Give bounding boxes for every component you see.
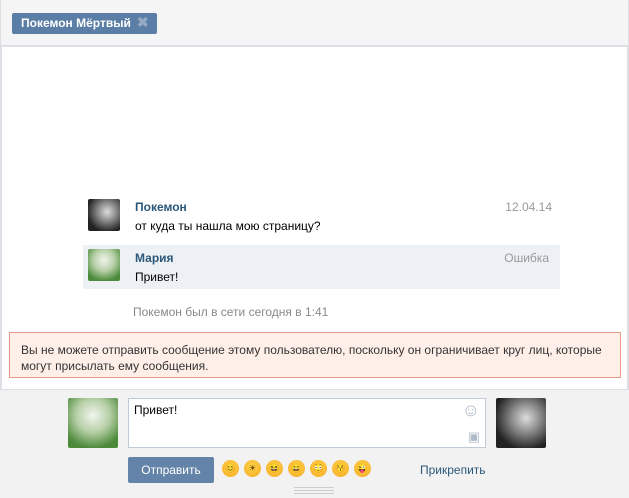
message: Покемон от куда ты нашла мою страницу? 1… [83, 193, 560, 237]
recipient-avatar[interactable] [496, 398, 546, 448]
my-avatar[interactable] [68, 398, 118, 448]
emoji-sun-icon[interactable]: ☀ [244, 460, 261, 477]
close-icon[interactable]: ✖ [137, 15, 149, 29]
emoji-wink-tongue-icon[interactable]: 😜 [354, 460, 371, 477]
emoji-flushed-icon[interactable]: 😳 [310, 460, 327, 477]
avatar[interactable] [88, 249, 120, 281]
message-history: Покемон от куда ты нашла мою страницу? 1… [0, 47, 629, 390]
camera-icon[interactable]: ▣ [468, 429, 480, 445]
emoji-bar: 😊 ☀ 😆 😄 😳 😚 😜 [222, 460, 371, 477]
top-bar: Покемон Мёртвый ✖ [0, 0, 629, 47]
emoji-grin-icon[interactable]: 😄 [288, 460, 305, 477]
attach-link[interactable]: Прикрепить [420, 463, 486, 477]
online-status: Покемон был в сети сегодня в 1:41 [133, 305, 329, 319]
message-error: Ошибка [504, 251, 549, 265]
message-input-value: Привет! [134, 403, 178, 417]
emoji-smile-icon[interactable]: 😊 [222, 460, 239, 477]
message-input[interactable]: Привет! ☺ ▣ [128, 398, 486, 448]
send-button[interactable]: Отправить [128, 457, 214, 483]
message-date: 12.04.14 [505, 200, 552, 214]
resize-handle[interactable] [294, 487, 334, 494]
error-notice: Вы не можете отправить сообщение этому п… [9, 332, 621, 378]
emoji-kiss-icon[interactable]: 😚 [332, 460, 349, 477]
avatar[interactable] [88, 199, 120, 231]
smiley-icon[interactable]: ☺ [462, 400, 480, 421]
message-text: от куда ты нашла мою страницу? [135, 219, 321, 233]
message-text: Привет! [135, 270, 179, 284]
sender-name[interactable]: Мария [135, 251, 174, 265]
recipient-tag[interactable]: Покемон Мёртвый ✖ [12, 13, 157, 34]
recipient-name: Покемон Мёртвый [21, 16, 131, 30]
emoji-laugh-icon[interactable]: 😆 [266, 460, 283, 477]
message: Мария Привет! Ошибка [83, 245, 560, 289]
sender-name[interactable]: Покемон [135, 200, 187, 214]
